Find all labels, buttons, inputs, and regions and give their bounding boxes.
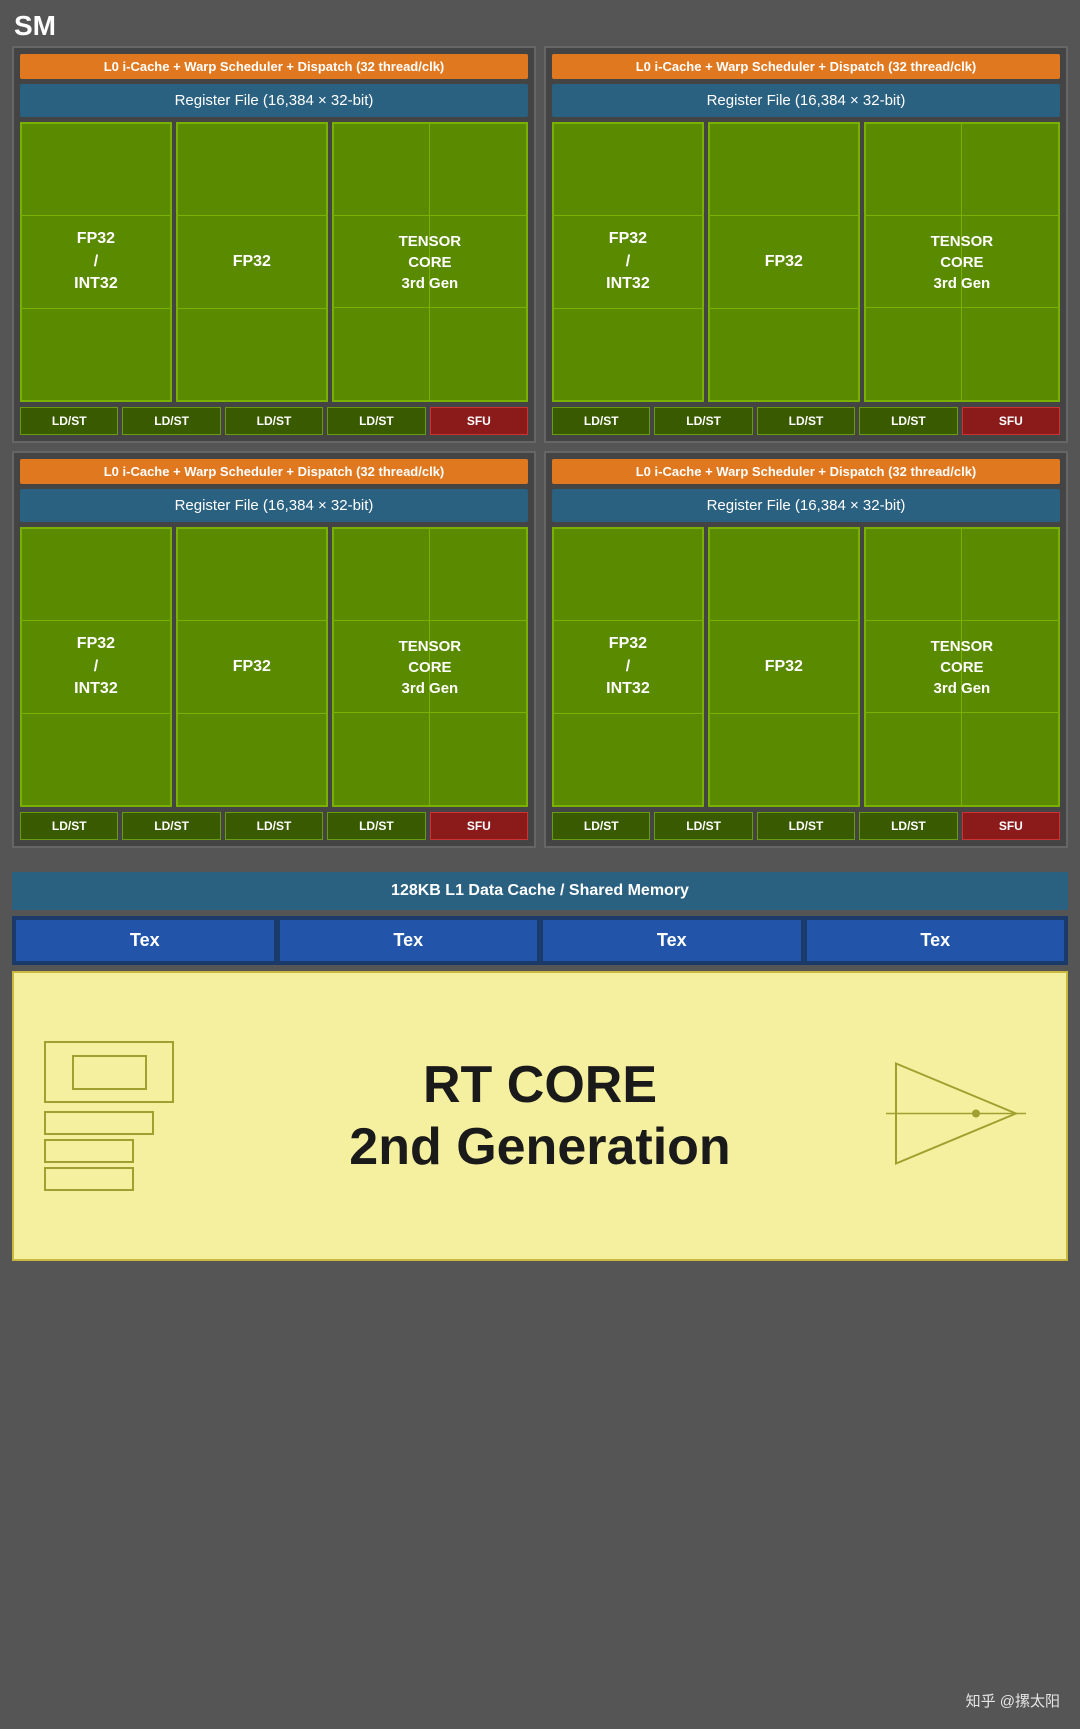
tex-box-3: Tex xyxy=(543,920,801,961)
register-file-4: Register File (16,384 × 32-bit) xyxy=(552,489,1060,522)
rt-bvh-shapes xyxy=(44,1041,174,1191)
rt-core-label: RT CORE2nd Generation xyxy=(349,1054,730,1179)
rt-ray-shape xyxy=(886,1054,1026,1179)
core-area-4: FP32/INT32 FP32 xyxy=(552,527,1060,807)
bvh-rect-2 xyxy=(44,1111,154,1135)
ldst-1-4: LD/ST xyxy=(327,407,425,435)
tex-row: Tex Tex Tex Tex xyxy=(12,916,1068,965)
tensor-label-1: TENSORCORE3rd Gen xyxy=(399,231,462,294)
l0-bar-4: L0 i-Cache + Warp Scheduler + Dispatch (… xyxy=(552,459,1060,484)
l0-bar-1: L0 i-Cache + Warp Scheduler + Dispatch (… xyxy=(20,54,528,79)
l0-bar-2: L0 i-Cache + Warp Scheduler + Dispatch (… xyxy=(552,54,1060,79)
ldst-4-3: LD/ST xyxy=(757,812,855,840)
fp32-int32-label-4: FP32/INT32 xyxy=(606,633,650,700)
fp32-4: FP32 xyxy=(708,527,860,807)
tex-box-4: Tex xyxy=(807,920,1065,961)
tensor-core-2: TENSORCORE3rd Gen xyxy=(864,122,1060,402)
tex-box-1: Tex xyxy=(16,920,274,961)
bvh-inner-rect xyxy=(72,1055,147,1090)
tensor-label-2: TENSORCORE3rd Gen xyxy=(931,231,994,294)
sm-grid: L0 i-Cache + Warp Scheduler + Dispatch (… xyxy=(12,46,1068,848)
bvh-stack xyxy=(44,1111,174,1191)
ldst-4-2: LD/ST xyxy=(654,812,752,840)
ldst-sfu-row-3: LD/ST LD/ST LD/ST LD/ST SFU xyxy=(20,812,528,840)
tensor-core-1: TENSORCORE3rd Gen xyxy=(332,122,528,402)
fp32-label-1: FP32 xyxy=(233,253,271,271)
sub-sm-3: L0 i-Cache + Warp Scheduler + Dispatch (… xyxy=(12,451,536,848)
fp32-label-4: FP32 xyxy=(765,658,803,676)
bvh-outer-rect xyxy=(44,1041,174,1103)
bottom-section: 128KB L1 Data Cache / Shared Memory Tex … xyxy=(0,860,1080,965)
sm-label: SM xyxy=(0,0,1080,46)
l0-bar-3: L0 i-Cache + Warp Scheduler + Dispatch (… xyxy=(20,459,528,484)
ldst-1-2: LD/ST xyxy=(122,407,220,435)
ldst-4-4: LD/ST xyxy=(859,812,957,840)
sub-sm-1: L0 i-Cache + Warp Scheduler + Dispatch (… xyxy=(12,46,536,443)
fp32-int32-label-2: FP32/INT32 xyxy=(606,228,650,295)
sub-sm-2: L0 i-Cache + Warp Scheduler + Dispatch (… xyxy=(544,46,1068,443)
tensor-label-3: TENSORCORE3rd Gen xyxy=(399,636,462,699)
ldst-2-2: LD/ST xyxy=(654,407,752,435)
ldst-3-2: LD/ST xyxy=(122,812,220,840)
ldst-4-1: LD/ST xyxy=(552,812,650,840)
fp32-label-2: FP32 xyxy=(765,253,803,271)
register-file-3: Register File (16,384 × 32-bit) xyxy=(20,489,528,522)
fp32-label-3: FP32 xyxy=(233,658,271,676)
fp32-int32-4: FP32/INT32 xyxy=(552,527,704,807)
ldst-sfu-row-2: LD/ST LD/ST LD/ST LD/ST SFU xyxy=(552,407,1060,435)
core-area-1: FP32/INT32 FP32 xyxy=(20,122,528,402)
register-file-2: Register File (16,384 × 32-bit) xyxy=(552,84,1060,117)
sub-sm-4: L0 i-Cache + Warp Scheduler + Dispatch (… xyxy=(544,451,1068,848)
fp32-int32-label-1: FP32/INT32 xyxy=(74,228,118,295)
ldst-sfu-row-4: LD/ST LD/ST LD/ST LD/ST SFU xyxy=(552,812,1060,840)
register-file-1: Register File (16,384 × 32-bit) xyxy=(20,84,528,117)
tensor-label-4: TENSORCORE3rd Gen xyxy=(931,636,994,699)
ldst-2-4: LD/ST xyxy=(859,407,957,435)
core-area-3: FP32/INT32 FP32 xyxy=(20,527,528,807)
fp32-1: FP32 xyxy=(176,122,328,402)
rt-core-section: RT CORE2nd Generation xyxy=(12,971,1068,1261)
ldst-1-1: LD/ST xyxy=(20,407,118,435)
ldst-3-3: LD/ST xyxy=(225,812,323,840)
bvh-rect-4 xyxy=(44,1167,134,1191)
fp32-int32-2: FP32/INT32 xyxy=(552,122,704,402)
watermark: 知乎 @摞太阳 xyxy=(966,1690,1060,1711)
ldst-2-3: LD/ST xyxy=(757,407,855,435)
sfu-4: SFU xyxy=(962,812,1060,840)
sfu-2: SFU xyxy=(962,407,1060,435)
fp32-2: FP32 xyxy=(708,122,860,402)
tensor-core-4: TENSORCORE3rd Gen xyxy=(864,527,1060,807)
ldst-sfu-row-1: LD/ST LD/ST LD/ST LD/ST SFU xyxy=(20,407,528,435)
bvh-rect-3 xyxy=(44,1139,134,1163)
fp32-int32-label-3: FP32/INT32 xyxy=(74,633,118,700)
ldst-3-1: LD/ST xyxy=(20,812,118,840)
fp32-3: FP32 xyxy=(176,527,328,807)
fp32-int32-3: FP32/INT32 xyxy=(20,527,172,807)
tex-box-2: Tex xyxy=(280,920,538,961)
sfu-1: SFU xyxy=(430,407,528,435)
ldst-1-3: LD/ST xyxy=(225,407,323,435)
ldst-2-1: LD/ST xyxy=(552,407,650,435)
core-area-2: FP32/INT32 FP32 xyxy=(552,122,1060,402)
ldst-3-4: LD/ST xyxy=(327,812,425,840)
sfu-3: SFU xyxy=(430,812,528,840)
l1-cache-bar: 128KB L1 Data Cache / Shared Memory xyxy=(12,872,1068,910)
tensor-core-3: TENSORCORE3rd Gen xyxy=(332,527,528,807)
fp32-int32-1: FP32/INT32 xyxy=(20,122,172,402)
